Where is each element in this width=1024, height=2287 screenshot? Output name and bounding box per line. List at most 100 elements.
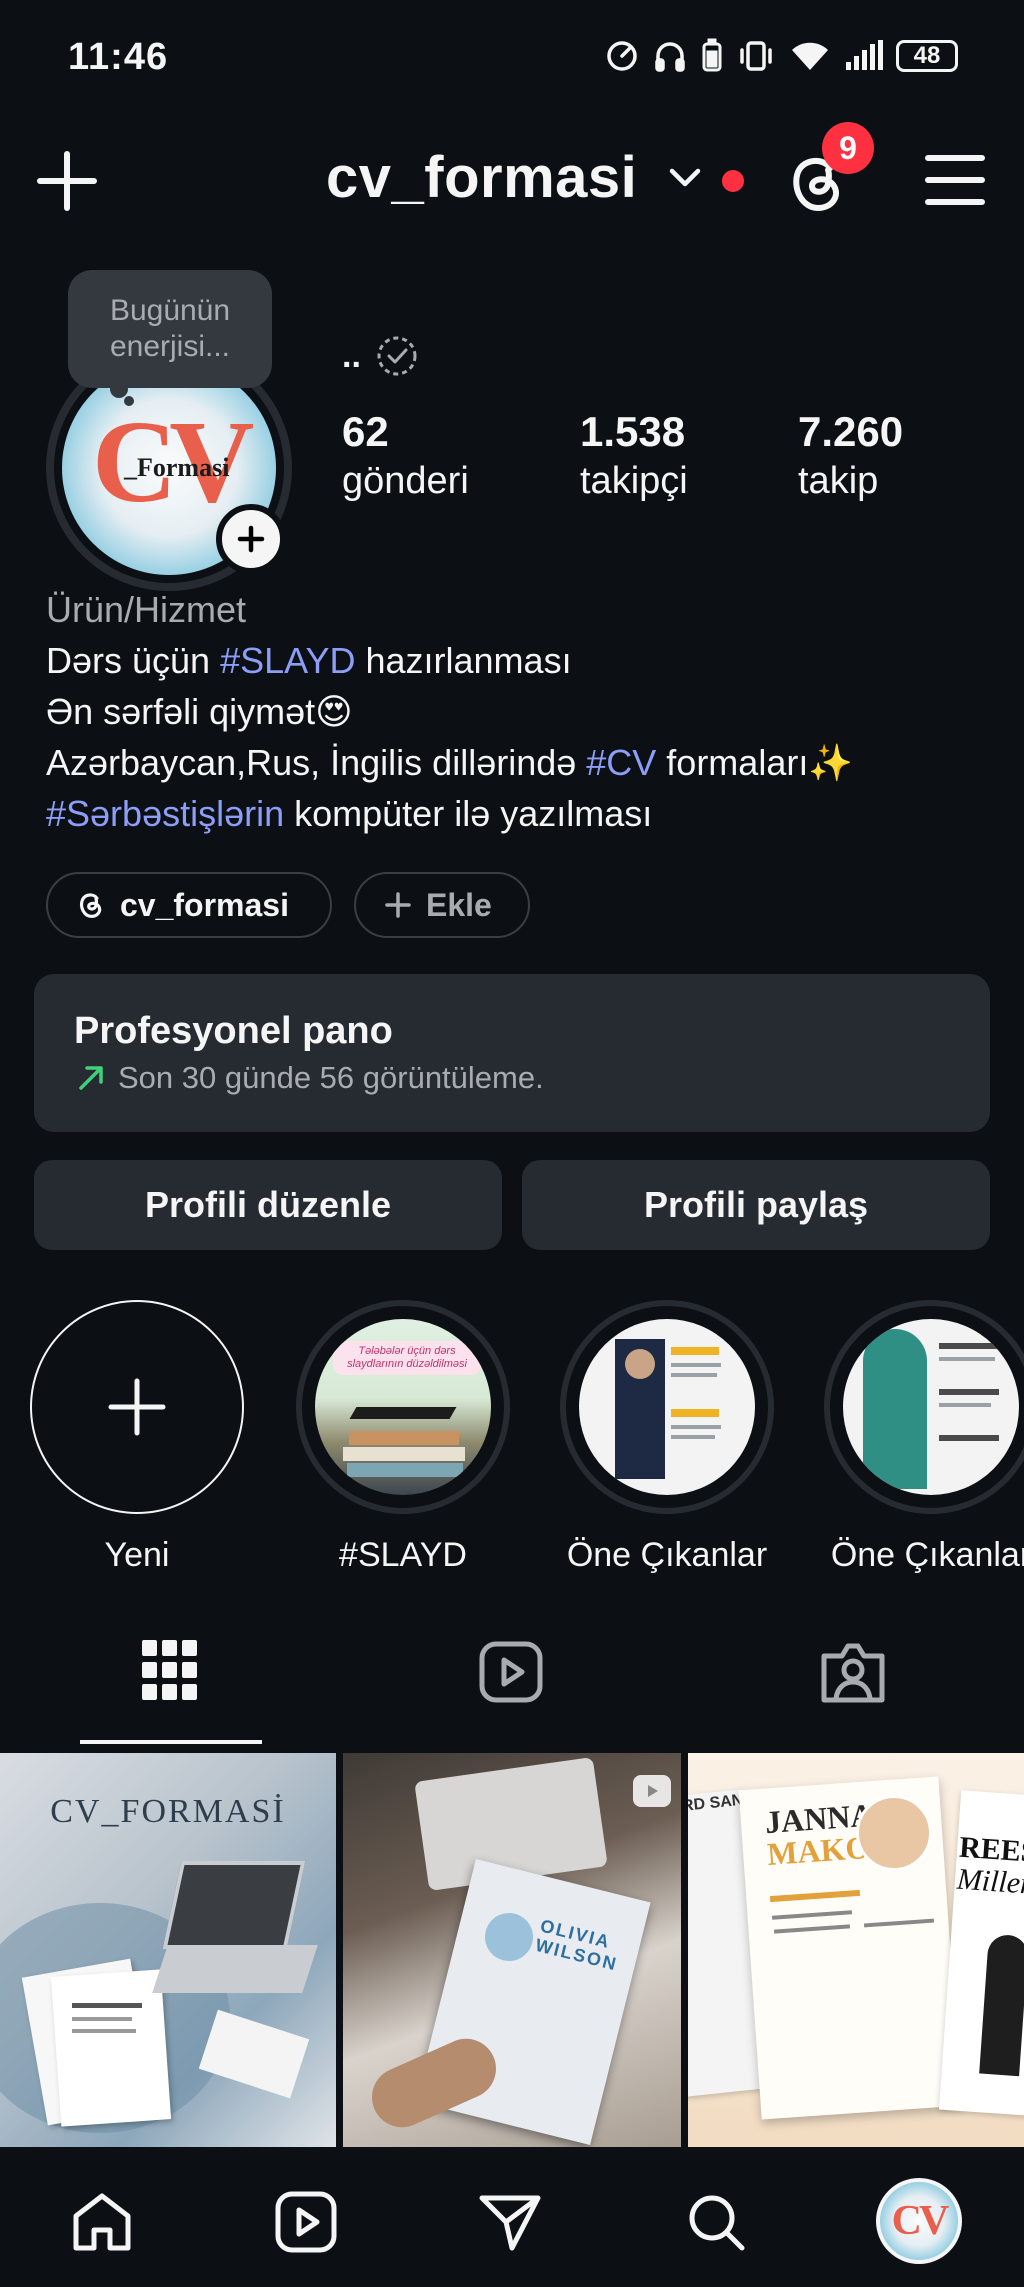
display-name-row: .. — [342, 334, 419, 378]
highlight-featured-2[interactable]: Öne Çıkanlar — [824, 1300, 1024, 1575]
note-text: Bugünün enerjisi... — [109, 294, 231, 363]
highlight-featured-1[interactable]: Öne Çıkanlar — [560, 1300, 774, 1575]
reel-indicator-icon — [633, 1775, 671, 1807]
bio-line-3: Azərbaycan,Rus, İngilis dillərində #CV f… — [46, 737, 1006, 788]
profile-bio: Ürün/Hizmet Dərs üçün #SLAYD hazırlanmas… — [46, 584, 1006, 839]
home-icon — [73, 2193, 131, 2251]
active-tab-indicator — [80, 1740, 262, 1744]
notification-badge: 9 — [822, 122, 874, 174]
stat-value: 7.260 — [798, 408, 904, 455]
bio-text: Azərbaycan,Rus, İngilis dillərində — [46, 742, 587, 783]
add-chip-label: Ekle — [426, 886, 492, 923]
highlight-slayd[interactable]: Tələbələr üçün dərs slaydlarının düzəldi… — [296, 1300, 510, 1575]
trend-up-icon — [79, 1066, 103, 1090]
chevron-down-icon[interactable] — [668, 166, 702, 195]
nav-direct[interactable] — [478, 2190, 542, 2259]
avatar-logo-subtext: _Formasi — [124, 453, 230, 482]
hashtag-link[interactable]: #CV — [586, 742, 656, 783]
tagged-icon — [821, 1643, 885, 1703]
highlight-label: Öne Çıkanlar — [830, 1536, 1024, 1574]
post-thumbnail-2[interactable]: OLIVIA WILSON — [343, 1753, 681, 2147]
dashboard-subtitle-row: Son 30 günde 56 görüntüleme. — [76, 1060, 544, 1096]
bio-text: Dərs üçün — [46, 640, 221, 681]
share-profile-button[interactable]: Profili paylaş — [522, 1160, 990, 1250]
post-side-right: REESE Miller — [956, 1831, 1024, 1903]
stat-value: 1.538 — [580, 408, 686, 455]
reels-icon — [479, 1641, 543, 1703]
nav-reels[interactable] — [274, 2190, 338, 2259]
nav-home[interactable] — [70, 2190, 134, 2259]
threads-chip-label: cv_formasi — [120, 886, 289, 923]
nav-profile-avatar[interactable]: CV — [876, 2178, 962, 2264]
professional-dashboard[interactable] — [34, 974, 990, 1132]
status-icons: 48 — [604, 38, 958, 74]
vibrate-icon — [740, 41, 772, 71]
menu-button[interactable] — [924, 152, 986, 213]
bio-line-1: Dərs üçün #SLAYD hazırlanması — [46, 635, 1006, 686]
wifi-icon — [792, 42, 828, 70]
plus-icon — [108, 1378, 166, 1436]
verified-dashed-icon — [377, 336, 417, 376]
plus-icon — [37, 151, 97, 211]
hashtag-link[interactable]: #Sərbəstişlərin — [46, 793, 284, 834]
new-post-button[interactable] — [36, 150, 98, 217]
bio-line-2: Ən sərfəli qiymət😍 — [46, 691, 353, 732]
highlight-circle: Tələbələr üçün dərs slaydlarının düzəldi… — [296, 1300, 510, 1514]
note-tail — [110, 380, 128, 398]
note-tail-small — [124, 396, 134, 406]
reels-icon — [275, 2191, 337, 2253]
threads-profile-chip[interactable]: cv_formasi — [46, 872, 332, 938]
stat-label: takipçi — [580, 460, 688, 502]
unread-dot — [722, 170, 744, 192]
stat-following[interactable]: 7.260 takip — [798, 408, 903, 506]
battery-indicator: 48 — [896, 40, 958, 72]
highlight-circle — [560, 1300, 774, 1514]
highlight-thumbnail: Tələbələr üçün dərs slaydlarının düzəldi… — [315, 1319, 491, 1495]
hashtag-link[interactable]: #SLAYD — [220, 640, 355, 681]
highlight-circle — [30, 1300, 244, 1514]
nav-search[interactable] — [684, 2190, 748, 2259]
post-thumbnail-1[interactable]: CV_FORMASİ — [0, 1753, 336, 2147]
stat-value: 62 — [342, 408, 389, 455]
highlight-thumbnail — [843, 1319, 1019, 1495]
highlight-circle — [824, 1300, 1024, 1514]
plus-icon — [385, 892, 411, 918]
highlight-thumbnail — [579, 1319, 755, 1495]
highlight-label: #SLAYD — [339, 1536, 467, 1574]
send-icon — [479, 2195, 541, 2251]
status-time: 11:46 — [68, 36, 169, 78]
plus-icon — [237, 525, 265, 553]
hamburger-menu-icon — [925, 155, 985, 205]
tab-tagged[interactable] — [820, 1640, 886, 1709]
grid-icon — [142, 1640, 197, 1700]
post-title: CV_FORMASİ — [50, 1793, 286, 1830]
dashboard-subtitle: Son 30 günde 56 görüntüleme. — [118, 1060, 544, 1095]
stat-followers[interactable]: 1.538 takipçi — [580, 408, 688, 506]
edit-profile-button[interactable]: Profili düzenle — [34, 1160, 502, 1250]
account-switcher[interactable]: cv_formasi — [326, 144, 637, 211]
highlight-label: Yeni — [104, 1536, 170, 1574]
post-thumbnail-3[interactable]: RD SANCHE JANNA MAKOVA REESE Miller — [688, 1753, 1024, 2147]
bio-text: formaları✨ — [656, 742, 854, 783]
note-bubble[interactable]: Bugünün enerjisi... — [68, 270, 272, 388]
nav-avatar-logo: CV — [891, 2198, 950, 2244]
stat-label: takip — [798, 460, 879, 502]
bio-text: hazırlanması — [355, 640, 572, 681]
stat-label: gönderi — [342, 460, 469, 502]
add-link-chip[interactable]: Ekle — [354, 872, 530, 938]
headphones-icon — [655, 42, 685, 72]
add-story-button[interactable] — [216, 504, 286, 574]
search-icon — [689, 2195, 745, 2251]
signal-icon — [846, 40, 883, 70]
stat-posts[interactable]: 62 gönderi — [342, 408, 469, 506]
highlight-label: Öne Çıkanlar — [566, 1536, 768, 1574]
threads-icon — [80, 893, 102, 918]
profile-category: Ürün/Hizmet — [46, 589, 247, 630]
data-saver-icon — [607, 41, 637, 71]
highlight-new[interactable]: Yeni — [30, 1300, 244, 1575]
dashboard-title: Profesyonel pano — [74, 1010, 393, 1052]
bio-text: kompüter ilə yazılması — [284, 793, 653, 834]
tab-posts-grid[interactable] — [142, 1640, 198, 1705]
battery-saver-icon — [702, 38, 722, 72]
tab-reels[interactable] — [478, 1640, 544, 1709]
